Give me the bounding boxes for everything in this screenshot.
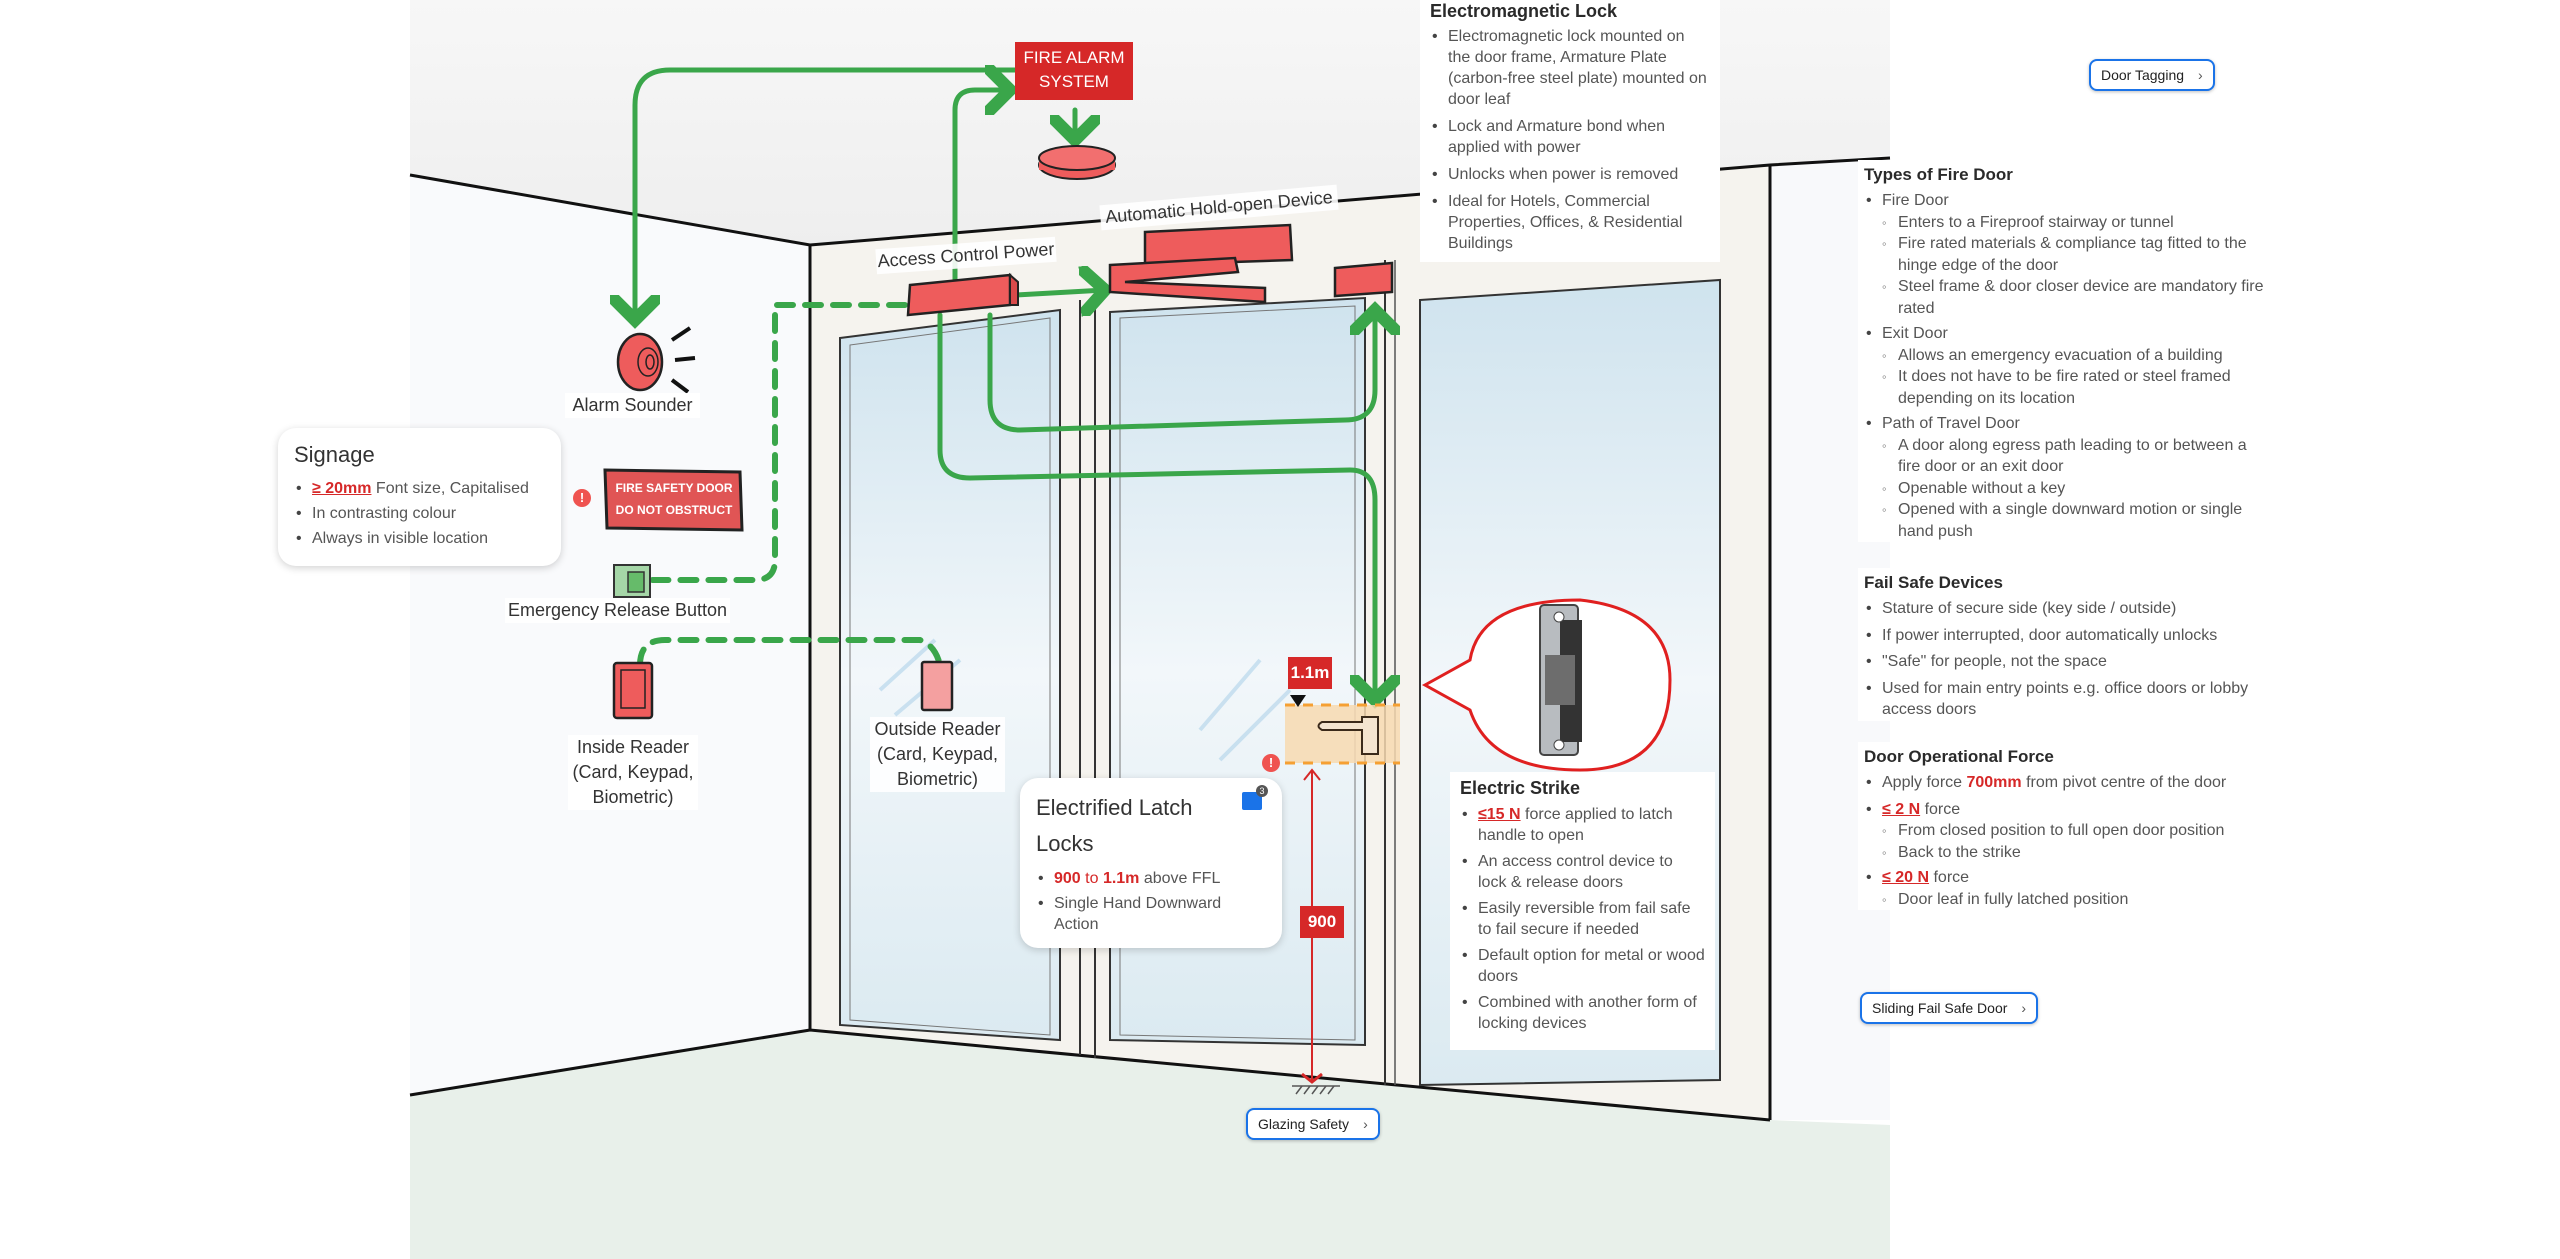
electric-strike-card: Electric Strike ≤15 N force applied to l…	[1450, 772, 1715, 1050]
fire-alarm-detector	[1038, 145, 1116, 180]
electric-strike-item: Default option for metal or wood doors	[1460, 945, 1705, 987]
latch-height-zone	[1285, 695, 1400, 765]
fire-door-type-detail: Fire rated materials & compliance tag fi…	[1864, 233, 2272, 276]
electric-strike-item: Combined with another form of locking de…	[1460, 992, 1705, 1034]
operational-force-title: Door Operational Force	[1864, 747, 2054, 766]
sign-line-1: FIRE SAFETY DOOR	[615, 481, 733, 495]
em-lock-item: Ideal for Hotels, Commercial Properties,…	[1430, 191, 1710, 254]
force-item: ≤ 20 N force	[1864, 867, 2272, 889]
em-lock-item: Electromagnetic lock mounted on the door…	[1430, 26, 1710, 110]
force-item: ≤ 2 N force	[1864, 799, 2272, 821]
fail-safe-title: Fail Safe Devices	[1864, 573, 2003, 592]
latch-lock-item: Single Hand Downward Action	[1036, 893, 1266, 935]
electric-strike-item: Easily reversible from fail safe to fail…	[1460, 898, 1705, 940]
fire-door-type: Path of Travel Door	[1864, 413, 2272, 435]
emergency-release-label: Emergency Release Button	[505, 598, 730, 623]
fire-door-type-detail: It does not have to be fire rated or ste…	[1864, 366, 2272, 409]
latch-lock-item: 900 to 1.1m above FFL	[1036, 868, 1266, 889]
door-tagging-label: Door Tagging	[2101, 67, 2185, 83]
inside-reader-device	[612, 661, 654, 720]
fire-door-type-detail: Openable without a key	[1864, 478, 2272, 500]
glazing-safety-link[interactable]: Glazing Safety ›	[1246, 1108, 1380, 1140]
fire-door-types-title: Types of Fire Door	[1864, 165, 2013, 184]
glazing-safety-label: Glazing Safety	[1258, 1116, 1350, 1132]
image-count-badge: 3	[1256, 785, 1268, 797]
fire-door-type-detail: Opened with a single downward motion or …	[1864, 499, 2272, 542]
inside-reader-label: Inside Reader (Card, Keypad, Biometric)	[568, 735, 698, 810]
height-tag-1-1m: 1.1m	[1288, 657, 1332, 689]
sliding-fail-safe-label: Sliding Fail Safe Door	[1872, 1000, 2008, 1016]
force-item-detail: Back to the strike	[1864, 842, 2272, 864]
electrified-latch-locks-card: Electrified Latch Locks 3 900 to 1.1m ab…	[1020, 778, 1282, 948]
signage-item: Always in visible location	[294, 526, 545, 551]
fail-safe-item: "Safe" for people, not the space	[1864, 651, 2272, 673]
chevron-right-icon: ›	[2021, 1000, 2027, 1016]
electric-strike-item: ≤15 N force applied to latch handle to o…	[1460, 804, 1705, 846]
chevron-right-icon: ›	[2198, 67, 2203, 83]
em-lock-item: Lock and Armature bond when applied with…	[1430, 116, 1710, 158]
emergency-release-button-device	[613, 564, 651, 598]
fire-alarm-system-box: FIRE ALARM SYSTEM	[1015, 42, 1133, 100]
latch-locks-title: Electrified Latch Locks	[1036, 795, 1193, 856]
electromagnetic-lock-card: Electromagnetic Lock Electromagnetic loc…	[1420, 0, 1720, 262]
image-gallery-icon[interactable]: 3	[1242, 785, 1268, 810]
fire-door-type-detail: A door along egress path leading to or b…	[1864, 435, 2272, 478]
operational-force-panel: Door Operational Force Apply force 700mm…	[1858, 742, 2278, 910]
force-item: Apply force 700mm from pivot centre of t…	[1864, 772, 2272, 794]
fail-safe-devices-panel: Fail Safe Devices Stature of secure side…	[1858, 568, 2278, 721]
chevron-right-icon: ›	[1363, 1116, 1368, 1132]
signage-item: In contrasting colour	[294, 501, 545, 526]
signage-warning-icon[interactable]: !	[573, 489, 591, 507]
fire-door-type-detail: Enters to a Fireproof stairway or tunnel	[1864, 212, 2272, 234]
fail-safe-item: Used for main entry points e.g. office d…	[1864, 678, 2272, 721]
signage-item: ≥ 20mm Font size, Capitalised	[294, 476, 545, 501]
height-tag-900: 900	[1300, 906, 1344, 938]
fire-door-types-panel: Types of Fire Door Fire Door Enters to a…	[1858, 160, 2278, 542]
latch-warning-icon[interactable]: !	[1262, 754, 1280, 772]
fire-safety-sign-text: FIRE SAFETY DOOR DO NOT OBSTRUCT	[605, 477, 743, 521]
sign-line-2: DO NOT OBSTRUCT	[615, 503, 733, 517]
signage-card: Signage ≥ 20mm Font size, Capitalised In…	[278, 428, 561, 566]
left-wall	[410, 175, 810, 1095]
em-lock-item: Unlocks when power is removed	[1430, 164, 1710, 185]
electromagnetic-lock-title: Electromagnetic Lock	[1430, 1, 1618, 21]
electric-strike-item: An access control device to lock & relea…	[1460, 851, 1705, 893]
signage-title: Signage	[294, 442, 375, 467]
fire-door-type: Exit Door	[1864, 323, 2272, 345]
fire-door-type-detail: Steel frame & door closer device are man…	[1864, 276, 2272, 319]
force-item-detail: Door leaf in fully latched position	[1864, 889, 2272, 911]
alarm-sounder-label: Alarm Sounder	[565, 393, 700, 418]
outside-reader-device	[920, 660, 954, 712]
force-item-detail: From closed position to full open door p…	[1864, 820, 2272, 842]
electromagnetic-lock-device	[1333, 261, 1394, 298]
fire-door-type-detail: Allows an emergency evacuation of a buil…	[1864, 345, 2272, 367]
electric-strike-title: Electric Strike	[1460, 778, 1581, 798]
fire-door-type: Fire Door	[1864, 190, 2272, 212]
fail-safe-item: Stature of secure side (key side / outsi…	[1864, 598, 2272, 620]
fail-safe-item: If power interrupted, door automatically…	[1864, 625, 2272, 647]
door-tagging-link[interactable]: Door Tagging ›	[2089, 59, 2215, 91]
outside-reader-label: Outside Reader (Card, Keypad, Biometric)	[870, 717, 1005, 792]
sliding-fail-safe-door-link[interactable]: Sliding Fail Safe Door ›	[1860, 992, 2039, 1024]
